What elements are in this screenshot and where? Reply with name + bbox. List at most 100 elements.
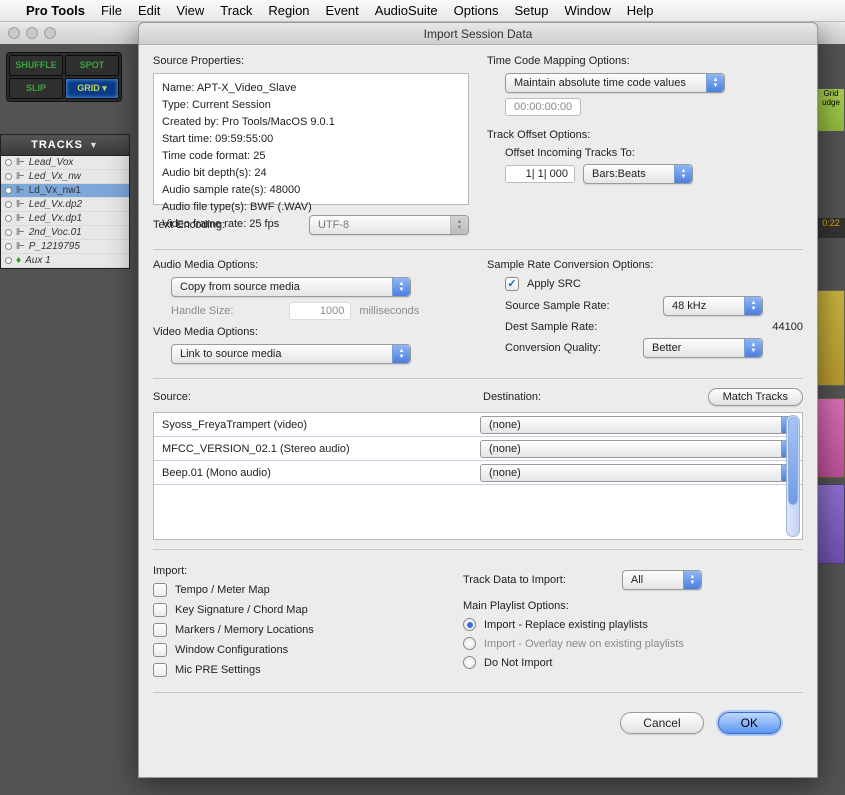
- text-encoding-label: Text Encoding:: [153, 219, 225, 231]
- ok-button[interactable]: OK: [718, 712, 781, 734]
- tracks-header[interactable]: TRACKS ▼: [1, 135, 129, 156]
- audio-media-label: Audio Media Options:: [153, 259, 469, 271]
- cancel-button[interactable]: Cancel: [620, 712, 703, 734]
- source-sr-label: Source Sample Rate:: [505, 300, 655, 312]
- waveform-icon: ⊩: [16, 199, 25, 210]
- mode-slip[interactable]: SLIP: [9, 78, 63, 99]
- waveform-icon: ⊩: [16, 185, 25, 196]
- menu-view[interactable]: View: [176, 3, 204, 18]
- timeline-region[interactable]: [817, 290, 845, 386]
- destination-column-header: Destination:: [483, 391, 541, 403]
- import-label: Import:: [153, 565, 433, 577]
- key-sig-checkbox[interactable]: [153, 603, 167, 617]
- prop-type: Type: Current Session: [162, 97, 460, 114]
- track-row[interactable]: ⊩Ld_Vx_nw1: [1, 184, 129, 198]
- timeline-region[interactable]: [817, 398, 845, 478]
- prop-name: Name: APT-X_Video_Slave: [162, 80, 460, 97]
- tracks-panel: TRACKS ▼ ⊩Lead_Vox ⊩Led_Vx_nw ⊩Ld_Vx_nw1…: [0, 134, 130, 269]
- prop-bitdepth: Audio bit depth(s): 24: [162, 165, 460, 182]
- conv-quality-select[interactable]: Better: [643, 338, 763, 358]
- apply-src-checkbox[interactable]: [505, 277, 519, 291]
- menu-audiosuite[interactable]: AudioSuite: [375, 3, 438, 18]
- track-row[interactable]: ♦Aux 1: [1, 254, 129, 268]
- playlist-replace-radio[interactable]: [463, 618, 476, 631]
- track-row[interactable]: ⊩Led_Vx_nw: [1, 170, 129, 184]
- menu-edit[interactable]: Edit: [138, 3, 160, 18]
- track-offset-label: Track Offset Options:: [487, 129, 803, 141]
- timeline-region[interactable]: [817, 484, 845, 564]
- track-row[interactable]: ⊩Led_Vx.dp1: [1, 212, 129, 226]
- destination-select[interactable]: (none): [480, 440, 798, 458]
- menu-help[interactable]: Help: [627, 3, 654, 18]
- zoom-icon[interactable]: [44, 27, 56, 39]
- track-data-label: Track Data to Import:: [463, 574, 566, 586]
- src-options-label: Sample Rate Conversion Options:: [487, 259, 803, 271]
- waveform-icon: ⊩: [16, 157, 25, 168]
- menu-setup[interactable]: Setup: [514, 3, 548, 18]
- offset-value-input[interactable]: 1| 1| 000: [505, 165, 575, 183]
- prop-start: Start time: 09:59:55:00: [162, 131, 460, 148]
- match-tracks-button[interactable]: Match Tracks: [708, 388, 803, 406]
- source-track-name: Syoss_FreyaTrampert (video): [154, 419, 480, 431]
- track-row[interactable]: ⊩P_1219795: [1, 240, 129, 254]
- menu-options[interactable]: Options: [454, 3, 499, 18]
- prop-created: Created by: Pro Tools/MacOS 9.0.1: [162, 114, 460, 131]
- text-encoding-select: UTF-8: [309, 215, 469, 235]
- offset-unit-select[interactable]: Bars:Beats: [583, 164, 693, 184]
- track-data-select[interactable]: All: [622, 570, 702, 590]
- source-properties-box: Name: APT-X_Video_Slave Type: Current Se…: [153, 73, 469, 205]
- mode-grid[interactable]: GRID ▾: [65, 78, 119, 99]
- source-properties-label: Source Properties:: [153, 55, 469, 67]
- menu-event[interactable]: Event: [326, 3, 359, 18]
- timeline-counter: 0:22: [817, 218, 845, 238]
- dest-sr-label: Dest Sample Rate:: [505, 321, 655, 333]
- window-config-checkbox[interactable]: [153, 643, 167, 657]
- tempo-map-checkbox[interactable]: [153, 583, 167, 597]
- menu-file[interactable]: File: [101, 3, 122, 18]
- window-traffic-lights[interactable]: [8, 27, 56, 39]
- mic-pre-checkbox[interactable]: [153, 663, 167, 677]
- minimize-icon[interactable]: [26, 27, 38, 39]
- destination-select[interactable]: (none): [480, 416, 798, 434]
- destination-select[interactable]: (none): [480, 464, 798, 482]
- app-name[interactable]: Pro Tools: [26, 3, 85, 18]
- prop-samplerate: Audio sample rate(s): 48000: [162, 182, 460, 199]
- tracks-header-label: TRACKS: [31, 139, 83, 151]
- mode-spot[interactable]: SPOT: [65, 55, 119, 76]
- table-row[interactable]: Syoss_FreyaTrampert (video) (none): [154, 413, 802, 437]
- close-icon[interactable]: [8, 27, 20, 39]
- menu-track[interactable]: Track: [220, 3, 252, 18]
- waveform-icon: ⊩: [16, 213, 25, 224]
- playlist-overlay-radio[interactable]: [463, 637, 476, 650]
- edit-mode-cluster: SHUFFLE SPOT SLIP GRID ▾: [6, 52, 122, 102]
- markers-checkbox[interactable]: [153, 623, 167, 637]
- mode-shuffle[interactable]: SHUFFLE: [9, 55, 63, 76]
- track-row[interactable]: ⊩Lead_Vox: [1, 156, 129, 170]
- timeline-region[interactable]: Gridudge: [817, 88, 845, 132]
- timecode-mapping-time[interactable]: 00:00:00:00: [505, 98, 581, 116]
- menubar[interactable]: Pro Tools File Edit View Track Region Ev…: [0, 0, 845, 22]
- source-sr-select[interactable]: 48 kHz: [663, 296, 763, 316]
- playlist-none-radio[interactable]: [463, 656, 476, 669]
- dest-sr-value: 44100: [772, 321, 803, 333]
- menu-region[interactable]: Region: [268, 3, 309, 18]
- prop-tcformat: Time code format: 25: [162, 148, 460, 165]
- timecode-mapping-select[interactable]: Maintain absolute time code values: [505, 73, 725, 93]
- handle-size-label: Handle Size:: [171, 305, 233, 317]
- chevron-down-icon[interactable]: ▼: [89, 140, 99, 150]
- dialog-title: Import Session Data: [139, 23, 817, 45]
- video-media-select[interactable]: Link to source media: [171, 344, 411, 364]
- conv-quality-label: Conversion Quality:: [505, 342, 635, 354]
- audio-media-select[interactable]: Copy from source media: [171, 277, 411, 297]
- main-playlist-label: Main Playlist Options:: [463, 600, 803, 612]
- track-row[interactable]: ⊩2nd_Voc.01: [1, 226, 129, 240]
- table-row[interactable]: MFCC_VERSION_02.1 (Stereo audio) (none): [154, 437, 802, 461]
- scrollbar[interactable]: [786, 415, 800, 537]
- scrollbar-thumb[interactable]: [788, 417, 798, 505]
- video-media-label: Video Media Options:: [153, 326, 469, 338]
- table-row[interactable]: Beep.01 (Mono audio) (none): [154, 461, 802, 485]
- menu-window[interactable]: Window: [564, 3, 610, 18]
- track-row[interactable]: ⊩Led_Vx.dp2: [1, 198, 129, 212]
- prop-filetype: Audio file type(s): BWF (.WAV): [162, 199, 460, 216]
- handle-size-input: 1000: [289, 302, 351, 320]
